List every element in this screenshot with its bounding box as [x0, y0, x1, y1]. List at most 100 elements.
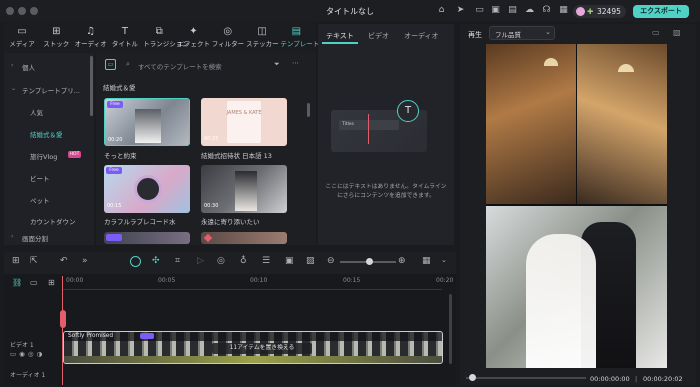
search-input[interactable]: すべてのテンプレートを検索: [138, 61, 222, 71]
grid-scrollbar[interactable]: [307, 103, 310, 117]
sticker-icon[interactable]: ▧: [306, 256, 315, 266]
credit-icon: ✚: [587, 7, 594, 16]
support-icon[interactable]: ☊: [541, 5, 552, 16]
save-icon[interactable]: ▤: [507, 5, 518, 16]
timeline-scrollbar[interactable]: [449, 294, 452, 364]
layout-icon[interactable]: ▣: [490, 5, 501, 16]
fullscreen-icon[interactable]: ▨: [673, 28, 681, 37]
sidebar-item-template-presets[interactable]: テンプレートプリ...: [22, 85, 80, 95]
timeline-toolbar: [4, 252, 456, 274]
chevron-right-icon: ›: [11, 62, 14, 69]
track-controls-icons[interactable]: ▭◉◎◑: [10, 350, 45, 358]
template-thumb-2[interactable]: JAMES & KATE 00:25: [201, 98, 287, 146]
chevron-down-icon: ⌄: [11, 85, 17, 92]
preview-canvas[interactable]: [486, 44, 667, 368]
caption-icon[interactable]: ▣: [285, 256, 294, 266]
snapshot-icon[interactable]: ▭: [652, 28, 660, 37]
toolbar-item-sticker[interactable]: ◫ ステッカー: [246, 25, 279, 51]
ruler-mark: 00:20: [436, 277, 454, 284]
zoom-in-icon[interactable]: ⊕: [398, 256, 406, 266]
toolbar-item-title[interactable]: T タイトル: [109, 25, 141, 51]
record-icon[interactable]: ◎: [217, 256, 225, 266]
monitor-icon[interactable]: ▭: [474, 5, 485, 16]
toolbar-item-label: フィルター: [211, 40, 245, 48]
cloud-icon[interactable]: ☁: [524, 5, 535, 16]
sidebar-item-personal[interactable]: 個人: [22, 62, 35, 72]
toolbar-item-media[interactable]: ▭ メディア: [6, 25, 38, 51]
playhead-handle[interactable]: [60, 310, 66, 328]
template-thumb-1[interactable]: Free 00:20: [104, 98, 190, 146]
replace-items-button[interactable]: 11アイテムを置き換える: [212, 343, 312, 354]
gift-icon[interactable]: ⌂: [436, 5, 447, 16]
template-thumb-4[interactable]: 00:30: [201, 165, 287, 213]
grid-view-icon[interactable]: ▦: [422, 256, 431, 266]
tab-video[interactable]: ビデオ: [368, 31, 389, 41]
add-track-icon[interactable]: ⊞: [48, 278, 55, 287]
track-settings-icon[interactable]: ▭: [30, 278, 38, 287]
crop-icon[interactable]: ⌗: [175, 256, 180, 266]
toolbar-item-template[interactable]: ▤ テンプレート: [280, 25, 319, 51]
zoom-out-icon[interactable]: ⊖: [327, 256, 335, 266]
progress-handle[interactable]: [469, 374, 476, 381]
free-badge: Free: [107, 101, 123, 108]
undo-icon[interactable]: ↶: [60, 256, 68, 266]
motion-icon[interactable]: ✣: [152, 256, 160, 266]
ruler-mark: 00:15: [343, 277, 361, 284]
text-list-icon[interactable]: ☰: [262, 256, 270, 266]
export-button[interactable]: エクスポート: [633, 5, 689, 18]
playhead[interactable]: [62, 276, 63, 385]
sidebar-item-wedding[interactable]: 結婚式＆愛: [30, 129, 63, 139]
ruler-line: [62, 289, 442, 290]
toolbar-item-filter[interactable]: ◎ フィルター: [212, 25, 244, 51]
microphone-icon[interactable]: ♁: [240, 256, 247, 266]
ruler-mark: 00:00: [66, 277, 84, 284]
sidebar-scrollbar[interactable]: [90, 56, 93, 116]
toolbar-item-audio[interactable]: ♫ オーディオ: [75, 25, 107, 51]
sidebar-item-split-screen[interactable]: 画面分割: [22, 233, 48, 243]
template-thumb-5[interactable]: [104, 232, 190, 244]
grid-icon[interactable]: ▦: [558, 5, 569, 16]
toolbar-item-stock[interactable]: ⊞ ストック: [40, 25, 72, 51]
template-thumb-3[interactable]: Free 00:15: [104, 165, 190, 213]
send-icon[interactable]: ➤: [455, 5, 466, 16]
toolbar-item-effects[interactable]: ✦ エフェクト: [178, 25, 211, 51]
quality-select[interactable]: フル品質 ⌄: [489, 26, 555, 40]
link-icon[interactable]: ⛓: [12, 278, 22, 287]
more-icon[interactable]: ⋯: [292, 59, 299, 67]
preview-tab-play[interactable]: 再生: [468, 30, 482, 40]
avatar[interactable]: [576, 7, 585, 16]
credits-badge[interactable]: ✚ 32495: [573, 5, 626, 18]
ai-assist-icon[interactable]: [130, 256, 141, 267]
chevron-right-icon: ›: [11, 233, 14, 240]
sidebar-item-pet[interactable]: ペット: [30, 195, 50, 205]
illustration-playhead: [368, 114, 369, 144]
select-tool-icon[interactable]: ⇱: [30, 256, 38, 266]
layout-grid-icon[interactable]: ⊞: [12, 256, 20, 266]
video-clip[interactable]: Softly Promised 11アイテムを置き換える: [63, 331, 443, 364]
more-options-icon[interactable]: ⌄: [441, 256, 447, 264]
card-text: JAMES & KATE: [226, 110, 262, 116]
hot-badge: HOT: [68, 151, 81, 158]
filter-icon[interactable]: ⏷: [274, 60, 280, 69]
zoom-slider-handle[interactable]: [366, 258, 373, 265]
progress-track[interactable]: [466, 377, 586, 379]
filter-icon: ◎: [223, 26, 233, 37]
toolbar-item-label: オーディオ: [74, 40, 107, 48]
sidebar-item-travel-vlog[interactable]: 旅行Vlog: [30, 151, 57, 161]
duration-label: 00:30: [204, 203, 219, 209]
fast-forward-icon[interactable]: »: [82, 256, 88, 266]
template-thumb-6[interactable]: [201, 232, 287, 244]
play-icon[interactable]: ▷: [197, 256, 204, 266]
sidebar-item-beat[interactable]: ビート: [30, 173, 50, 183]
sidebar-item-popular[interactable]: 人気: [30, 107, 43, 117]
tab-text[interactable]: テキスト: [326, 31, 354, 41]
quality-value: フル品質: [495, 31, 521, 39]
total-time: 00:00:20:02: [643, 375, 683, 383]
template-name: そっと約束: [104, 152, 137, 160]
wedding-photo: [135, 109, 161, 143]
toolbar-item-label: タイトル: [111, 40, 138, 48]
sidebar-item-countdown[interactable]: カウントダウン: [30, 216, 76, 226]
folder-icon[interactable]: ▭: [105, 59, 116, 70]
tab-audio[interactable]: オーディオ: [404, 31, 439, 41]
toolbar-item-transition[interactable]: ⧉ トランジション: [143, 25, 189, 51]
